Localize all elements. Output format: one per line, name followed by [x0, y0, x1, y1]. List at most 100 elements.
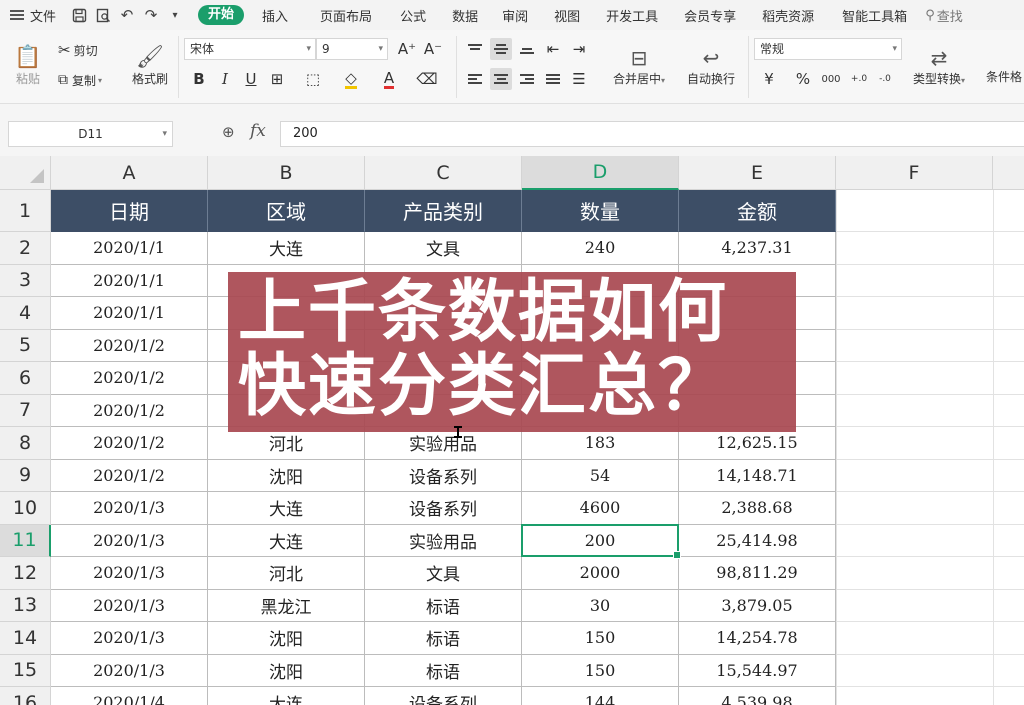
table-cell[interactable]: 3,879.05 — [679, 589, 836, 622]
tab-view[interactable]: 视图 — [544, 0, 590, 30]
tab-page-layout[interactable]: 页面布局 — [310, 0, 382, 30]
select-all-corner[interactable] — [0, 156, 51, 190]
table-cell[interactable]: 15,544.97 — [679, 654, 836, 687]
table-cell[interactable]: 2020/1/3 — [51, 589, 208, 622]
redo-icon[interactable]: ↷ — [142, 0, 160, 30]
clear-format-button[interactable]: ⌫ — [416, 68, 438, 90]
undo-icon[interactable]: ↶ — [118, 0, 136, 30]
bold-button[interactable]: B — [188, 68, 210, 90]
row-header-12[interactable]: 12 — [0, 557, 51, 590]
table-cell[interactable]: 98,811.29 — [679, 557, 836, 590]
table-cell[interactable]: 2000 — [522, 557, 679, 590]
table-cell[interactable]: 设备系列 — [365, 687, 522, 705]
save-icon[interactable] — [70, 0, 88, 30]
copy-dropdown-icon[interactable]: ▾ — [98, 76, 102, 85]
table-header-cell[interactable]: 区域 — [208, 190, 365, 232]
tab-member[interactable]: 会员专享 — [674, 0, 746, 30]
table-header-cell[interactable]: 产品类别 — [365, 190, 522, 232]
table-cell[interactable]: 4,539.98 — [679, 687, 836, 705]
tab-insert[interactable]: 插入 — [252, 0, 298, 30]
merge-center-button[interactable]: ⊟ 合并居中▾ — [604, 36, 674, 96]
align-middle-button[interactable] — [490, 38, 512, 60]
row-header-3[interactable]: 3 — [0, 264, 51, 297]
table-cell[interactable]: 2020/1/2 — [51, 394, 208, 427]
table-cell[interactable]: 标语 — [365, 622, 522, 655]
row-header-11[interactable]: 11 — [0, 524, 51, 557]
copy-button[interactable]: ⧉ 复制 ▾ — [58, 69, 102, 91]
table-cell[interactable]: 设备系列 — [365, 459, 522, 492]
decrease-decimal-button[interactable]: -.0 — [874, 68, 896, 90]
table-cell[interactable]: 2020/1/1 — [51, 297, 208, 330]
zoom-icon[interactable]: ⊕ — [222, 123, 235, 141]
underline-button[interactable]: U — [240, 68, 262, 90]
percent-button[interactable]: % — [792, 68, 814, 90]
row-header-7[interactable]: 7 — [0, 394, 51, 427]
table-cell[interactable]: 黑龙江 — [208, 589, 365, 622]
distributed-align-button[interactable]: ☰ — [568, 68, 590, 90]
row-header-5[interactable]: 5 — [0, 329, 51, 362]
table-cell[interactable]: 2,388.68 — [679, 492, 836, 525]
fill-pattern-button[interactable]: ⬚ — [302, 68, 324, 90]
column-header-e[interactable]: E — [679, 156, 836, 190]
table-cell[interactable]: 2020/1/3 — [51, 622, 208, 655]
tab-formulas[interactable]: 公式 — [390, 0, 436, 30]
table-cell[interactable]: 实验用品 — [365, 524, 522, 557]
row-header-8[interactable]: 8 — [0, 427, 51, 460]
row-header-6[interactable]: 6 — [0, 362, 51, 395]
font-color-button[interactable]: A — [378, 68, 400, 90]
currency-button[interactable]: ¥ — [758, 68, 780, 90]
table-cell[interactable]: 大连 — [208, 687, 365, 705]
row-header-16[interactable]: 16 — [0, 687, 51, 705]
row-header-2[interactable]: 2 — [0, 232, 51, 265]
table-cell[interactable]: 200 — [522, 524, 679, 557]
table-cell[interactable]: 4,237.31 — [679, 232, 836, 265]
tab-data[interactable]: 数据 — [442, 0, 488, 30]
tab-review[interactable]: 审阅 — [492, 0, 538, 30]
tab-developer[interactable]: 开发工具 — [596, 0, 668, 30]
tab-smart-tools[interactable]: 智能工具箱 — [832, 0, 917, 30]
row-header-1[interactable]: 1 — [0, 190, 51, 232]
font-name-select[interactable]: 宋体 ▾ — [184, 38, 316, 60]
table-cell[interactable]: 沈阳 — [208, 654, 365, 687]
table-cell[interactable]: 标语 — [365, 654, 522, 687]
search-box[interactable]: ⚲ 查找 — [925, 0, 963, 30]
column-header-g[interactable] — [993, 156, 1024, 190]
table-cell[interactable]: 2020/1/2 — [51, 329, 208, 362]
column-header-f[interactable]: F — [836, 156, 993, 190]
row-header-4[interactable]: 4 — [0, 297, 51, 330]
table-cell[interactable]: 150 — [522, 654, 679, 687]
decrease-indent-button[interactable]: ⇤ — [542, 38, 564, 60]
table-cell[interactable]: 144 — [522, 687, 679, 705]
paste-button[interactable]: 📋 粘贴 — [8, 36, 48, 96]
row-header-13[interactable]: 13 — [0, 589, 51, 622]
table-cell[interactable]: 150 — [522, 622, 679, 655]
table-cell[interactable]: 54 — [522, 459, 679, 492]
table-cell[interactable]: 2020/1/1 — [51, 264, 208, 297]
align-left-button[interactable] — [464, 68, 486, 90]
table-cell[interactable]: 14,254.78 — [679, 622, 836, 655]
tab-docer[interactable]: 稻壳资源 — [752, 0, 824, 30]
table-cell[interactable]: 240 — [522, 232, 679, 265]
thousands-button[interactable]: 000 — [820, 68, 842, 90]
cut-button[interactable]: ✂ 剪切 — [58, 39, 98, 61]
column-header-a[interactable]: A — [51, 156, 208, 190]
increase-indent-button[interactable]: ⇥ — [568, 38, 590, 60]
table-cell[interactable]: 河北 — [208, 557, 365, 590]
wrap-text-button[interactable]: ↩ 自动换行 — [680, 36, 742, 96]
align-bottom-button[interactable] — [516, 38, 538, 60]
table-cell[interactable]: 2020/1/2 — [51, 427, 208, 460]
table-cell[interactable]: 2020/1/2 — [51, 362, 208, 395]
border-button[interactable]: ⊞ — [266, 68, 288, 90]
file-menu[interactable]: 文件 — [0, 0, 56, 30]
row-header-10[interactable]: 10 — [0, 492, 51, 525]
quick-access-dropdown-icon[interactable]: ▾ — [166, 0, 184, 30]
font-size-select[interactable]: 9 ▾ — [316, 38, 388, 60]
conditional-format-button[interactable]: 条件格 — [984, 36, 1024, 96]
table-cell[interactable]: 大连 — [208, 232, 365, 265]
fill-color-button[interactable]: ◇ — [340, 68, 362, 90]
justify-button[interactable] — [542, 68, 564, 90]
print-preview-icon[interactable] — [94, 0, 112, 30]
decrease-font-button[interactable]: A⁻ — [422, 38, 444, 60]
tab-home[interactable]: 开始 — [198, 0, 245, 30]
table-cell[interactable]: 沈阳 — [208, 459, 365, 492]
